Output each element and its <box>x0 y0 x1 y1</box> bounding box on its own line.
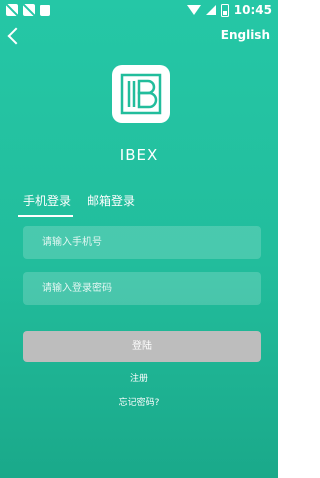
wifi-icon <box>186 5 201 15</box>
signal-icon <box>205 5 216 15</box>
register-link[interactable]: 注册 <box>0 371 278 384</box>
battery-icon <box>220 3 229 17</box>
status-time: 10:45 <box>233 3 272 17</box>
notification-icons <box>6 4 50 16</box>
tab-email-login[interactable]: 邮箱登录 <box>87 192 135 217</box>
password-input[interactable]: 请输入登录密码 <box>23 272 261 305</box>
status-bar: 10:45 <box>0 0 278 22</box>
login-tabs: 手机登录 邮箱登录 <box>18 192 135 217</box>
app-name: IBEX <box>119 146 159 164</box>
tab-phone-login[interactable]: 手机登录 <box>18 192 74 217</box>
status-right: 10:45 <box>186 3 272 17</box>
shopping-bag-icon <box>40 5 50 16</box>
language-switch[interactable]: English <box>221 28 270 42</box>
no-sim-icon <box>6 4 18 16</box>
app-logo <box>112 65 170 123</box>
back-arrow-icon[interactable] <box>7 27 25 45</box>
ibex-logo-icon <box>120 73 162 115</box>
phone-input[interactable]: 请输入手机号 <box>23 226 261 259</box>
no-sim-icon <box>23 4 35 16</box>
login-button[interactable]: 登陆 <box>23 331 261 362</box>
forgot-password-link[interactable]: 忘记密码? <box>0 395 278 408</box>
login-screen: 10:45 English IBEX 手机登录 邮箱登录 请输入手机号 请输入登… <box>0 0 278 478</box>
